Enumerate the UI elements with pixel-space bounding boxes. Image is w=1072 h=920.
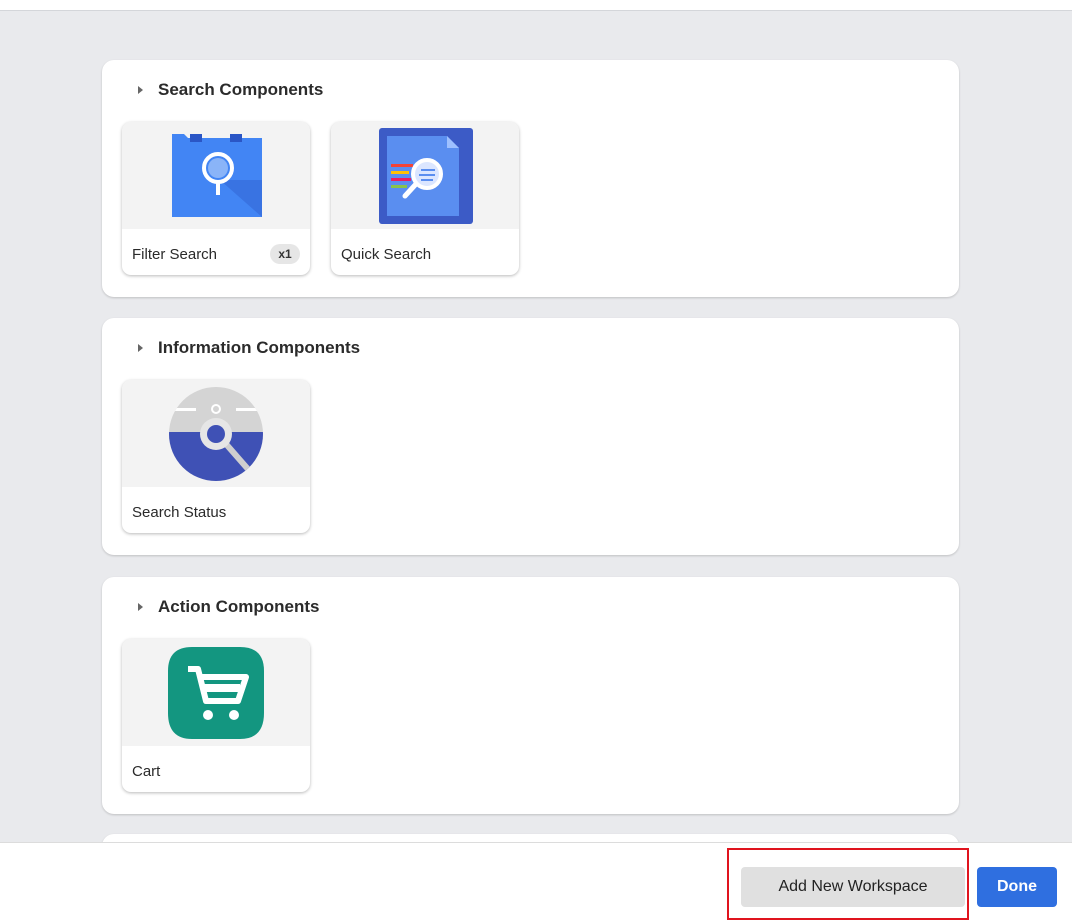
section-title: Search Components — [158, 80, 324, 99]
caret-right-icon[interactable] — [138, 603, 143, 611]
card-image — [331, 122, 519, 229]
filter-search-icon — [172, 134, 262, 217]
card-label: Cart — [132, 763, 161, 780]
component-card-cart[interactable]: Cart — [122, 639, 310, 792]
card-image — [122, 639, 310, 746]
component-card-quick-search[interactable]: Quick Search — [331, 122, 519, 275]
section-search-components: Search Components Filter Search x1 Quick… — [102, 60, 959, 297]
card-image — [122, 380, 310, 487]
card-label: Quick Search — [341, 246, 432, 263]
top-border — [0, 0, 1072, 11]
card-label: Filter Search — [132, 246, 218, 263]
section-title: Information Components — [158, 338, 361, 357]
section-header[interactable]: Action Components — [138, 596, 320, 618]
card-image — [122, 122, 310, 229]
component-card-search-status[interactable]: Search Status — [122, 380, 310, 533]
section-header[interactable]: Information Components — [138, 337, 360, 359]
done-button[interactable]: Done — [977, 867, 1057, 907]
component-card-filter-search[interactable]: Filter Search x1 — [122, 122, 310, 275]
components-scroll-area[interactable]: Search Components Filter Search x1 Quick… — [0, 11, 1072, 842]
section-information-components: Information Components Search Status — [102, 318, 959, 555]
section-action-components: Action Components Cart — [102, 577, 959, 814]
card-label: Search Status — [132, 504, 227, 521]
caret-right-icon[interactable] — [138, 344, 143, 352]
add-new-workspace-button[interactable]: Add New Workspace — [741, 867, 965, 907]
section-header[interactable]: Search Components — [138, 79, 323, 101]
section-title: Action Components — [158, 597, 320, 616]
cart-icon — [168, 647, 264, 739]
search-status-icon — [169, 387, 263, 481]
footer-bar: Add New Workspace Done — [0, 842, 1072, 920]
usage-count-badge: x1 — [270, 244, 300, 264]
caret-right-icon[interactable] — [138, 86, 143, 94]
section-next-partial — [102, 834, 959, 842]
quick-search-icon — [379, 128, 473, 224]
